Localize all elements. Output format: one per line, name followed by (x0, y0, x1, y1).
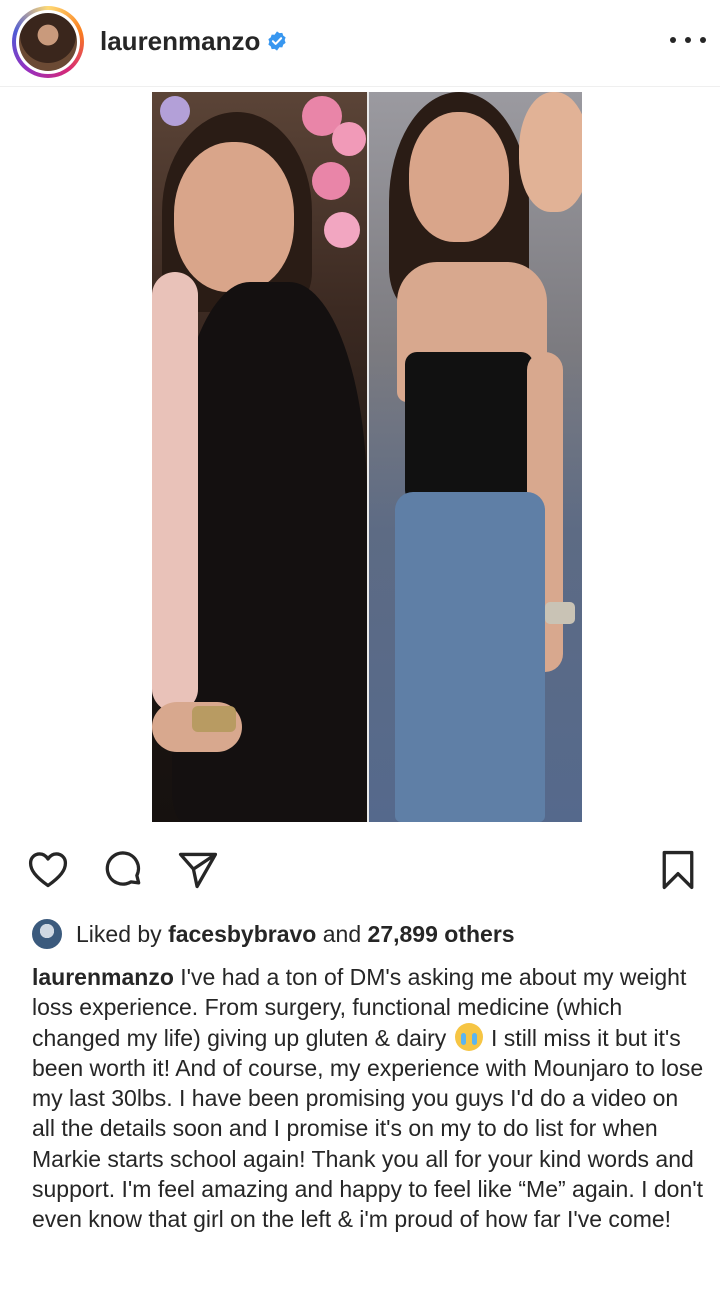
share-paper-plane-icon[interactable] (176, 848, 220, 892)
avatar-photo (19, 13, 77, 71)
face (409, 112, 509, 242)
more-options-icon[interactable] (670, 28, 706, 52)
likes-count[interactable]: 27,899 others (368, 921, 515, 947)
balloon (160, 96, 190, 126)
more-dot (670, 37, 676, 43)
post-header: laurenmanzo (0, 0, 720, 84)
more-dot (685, 37, 691, 43)
verified-badge-icon (268, 31, 286, 51)
balloon (324, 212, 360, 248)
black-tank-top (405, 352, 533, 502)
likes-text: Liked by facesbybravo and 27,899 others (76, 921, 515, 948)
profile-avatar[interactable] (12, 6, 84, 78)
caption-text-part2: I still miss it but it's been worth it! … (32, 1024, 704, 1233)
caption-author[interactable]: laurenmanzo (32, 964, 174, 990)
avatar-inner (16, 10, 80, 74)
pink-sleeve (152, 272, 198, 712)
before-photo (152, 92, 367, 822)
header-divider (0, 86, 720, 87)
jeans (395, 492, 545, 822)
username-link[interactable]: laurenmanzo (100, 26, 260, 57)
balloon (332, 122, 366, 156)
face (174, 142, 294, 292)
bookmark-icon[interactable] (656, 848, 700, 892)
post-actions-bar (0, 840, 720, 900)
bracelet (545, 602, 575, 624)
likes-prefix: Liked by (76, 920, 169, 947)
comment-icon[interactable] (102, 848, 146, 892)
after-photo (369, 92, 582, 822)
balloon (312, 162, 350, 200)
liker-avatar (30, 917, 64, 951)
watch (192, 706, 236, 732)
crying-face-emoji-icon (454, 1022, 483, 1051)
liker-username[interactable]: facesbybravo (168, 921, 316, 947)
likes-summary[interactable]: Liked by facesbybravo and 27,899 others (30, 914, 515, 954)
friend-face (519, 92, 582, 212)
post-caption: laurenmanzo I've had a ton of DM's askin… (32, 962, 704, 1235)
post-image[interactable] (152, 92, 582, 822)
more-dot (700, 37, 706, 43)
likes-middle: and (316, 920, 368, 947)
heart-icon[interactable] (26, 848, 70, 892)
